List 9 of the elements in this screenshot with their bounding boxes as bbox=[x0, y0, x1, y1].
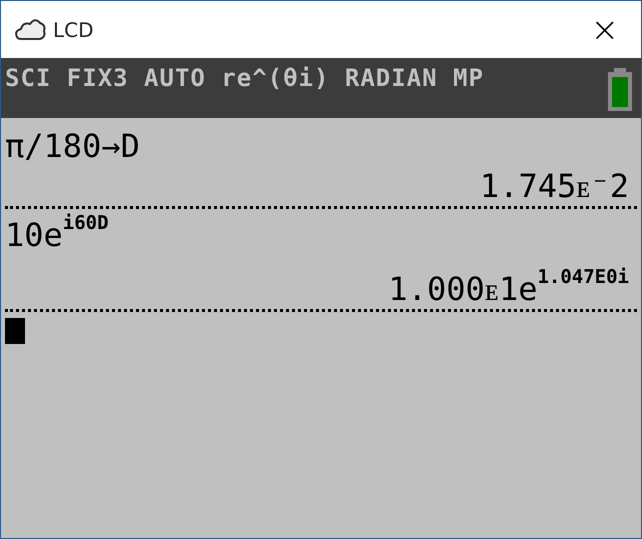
result-value: 1.000ᴇ1e$^{1.047E0i}$ bbox=[388, 269, 629, 309]
result-value: 1.745ᴇ⁻2 bbox=[480, 166, 629, 206]
mode-status-text: SCI FIX3 AUTO re^(θi) RADIAN MP bbox=[5, 63, 484, 94]
window-title: LCD bbox=[53, 16, 94, 44]
input-expression: 10e$^{i60D}$ bbox=[5, 215, 109, 255]
input-expression: π/180→D bbox=[5, 126, 140, 166]
battery-icon bbox=[607, 68, 633, 112]
app-icon bbox=[13, 16, 47, 42]
close-button[interactable]: × bbox=[580, 12, 629, 46]
